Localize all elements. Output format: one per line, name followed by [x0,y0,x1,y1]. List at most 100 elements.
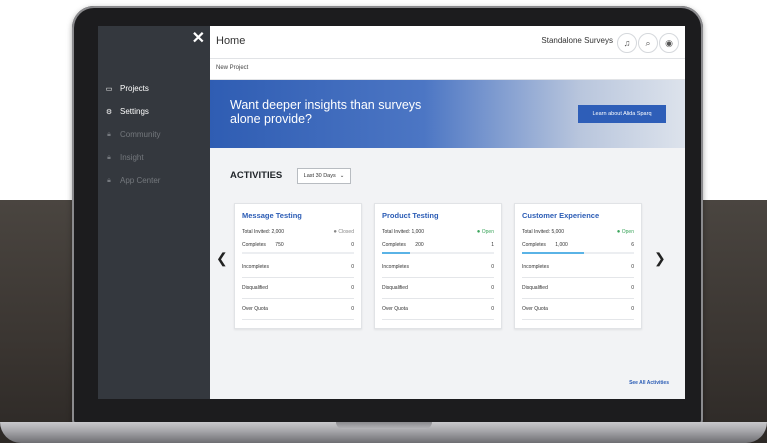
completes-value: 750 [275,242,284,248]
disqualified-row: Disqualified 0 [242,278,354,299]
sidebar-item-label: Projects [120,84,149,93]
top-header: Home Standalone Surveys ♫ ⌕ ◉ [210,26,685,59]
row-value: 0 [631,306,634,312]
row-value: 0 [491,264,494,270]
activity-card-customer-experience[interactable]: Customer Experience Total Invited: 5,000… [514,203,642,329]
completes-row: Completes 1,000 6 [522,242,634,248]
progress-fill [382,252,410,254]
completes-value: 200 [415,242,424,248]
sidebar-item-community: 🔒︎ Community [98,123,210,146]
gear-icon: ⚙ [105,108,113,116]
invited-label: Total Invited: [382,229,411,235]
completes-label: Completes [382,242,406,248]
activities-title: ACTIVITIES [230,170,283,181]
row-label: Over Quota [382,306,408,312]
incompletes-row: Incompletes 0 [522,257,634,278]
invited-value: 1,000 [411,229,424,235]
subheader: New Project [210,59,685,80]
completes-value: 1,000 [555,242,568,248]
laptop-notch [336,422,432,429]
incompletes-row: Incompletes 0 [242,257,354,278]
over-quota-row: Over Quota 0 [522,299,634,320]
status-label: Open [481,229,494,235]
card-title[interactable]: Message Testing [242,211,302,220]
over-quota-row: Over Quota 0 [242,299,354,320]
status-dot-icon: ● [476,229,481,235]
completes-progress [522,252,634,254]
activities-section: ACTIVITIES Last 30 Days ⌄ ❮ ❯ Message Te… [210,148,685,399]
row-label: Incompletes [522,264,549,270]
row-label: Over Quota [522,306,548,312]
chevron-right-icon[interactable]: ❯ [654,250,666,267]
card-title[interactable]: Product Testing [382,211,439,220]
new-project-link[interactable]: New Project [216,65,248,71]
chevron-down-icon: ⌄ [339,173,345,179]
activity-card-product-testing[interactable]: Product Testing Total Invited: 1,000 ● O… [374,203,502,329]
folder-icon: ▭ [105,85,113,93]
chevron-left-icon[interactable]: ❮ [216,250,228,267]
row-label: Over Quota [242,306,268,312]
sidebar-item-label: Settings [120,107,149,116]
sidebar-item-label: Community [120,130,161,139]
row-value: 0 [631,285,634,291]
completes-progress [382,252,494,254]
completes-row: Completes 200 1 [382,242,494,248]
period-select[interactable]: Last 30 Days ⌄ [297,168,351,184]
status-badge: ● Open [617,229,634,235]
completes-label: Completes [522,242,546,248]
row-value: 0 [491,285,494,291]
over-quota-row: Over Quota 0 [382,299,494,320]
invited-row: Total Invited: 2,000 ● Closed [242,229,354,235]
completes-row: Completes 750 0 [242,242,354,248]
period-label: Last 30 Days [303,173,336,179]
user-icon[interactable]: ◉ [659,33,679,53]
org-switcher[interactable]: Standalone Surveys [541,36,613,45]
progress-fill [522,252,584,254]
app-screen: ✕ ▭ Projects ⚙ Settings 🔒︎ Community 🔒︎ … [98,26,685,399]
status-badge: ● Open [477,229,494,235]
row-label: Incompletes [382,264,409,270]
sidebar-item-label: App Center [120,176,161,185]
promo-banner: Want deeper insights than surveys alone … [210,80,685,148]
completes-progress [242,252,354,254]
activity-card-message-testing[interactable]: Message Testing Total Invited: 2,000 ● C… [234,203,362,329]
card-title[interactable]: Customer Experience [522,211,599,220]
completes-count: 1 [491,242,494,248]
row-label: Disqualified [242,285,268,291]
row-label: Disqualified [382,285,408,291]
completes-count: 0 [351,242,354,248]
incompletes-row: Incompletes 0 [382,257,494,278]
sidebar-item-insight: 🔒︎ Insight [98,146,210,169]
row-value: 0 [351,285,354,291]
lock-icon: 🔒︎ [107,130,111,138]
invited-row: Total Invited: 5,000 ● Open [522,229,634,235]
see-all-activities-link[interactable]: See All Activities [629,380,669,386]
row-value: 0 [631,264,634,270]
invited-value: 5,000 [551,229,564,235]
row-value: 0 [351,306,354,312]
screen-bezel [98,399,685,419]
lock-icon: 🔒︎ [107,153,111,161]
page-title: Home [216,35,246,47]
completes-label: Completes [242,242,266,248]
search-icon[interactable]: ⌕ [638,33,658,53]
status-dot-icon: ● [616,229,621,235]
bell-icon[interactable]: ♫ [617,33,637,53]
lock-icon: 🔒︎ [107,176,111,184]
status-label: Closed [338,229,354,235]
row-value: 0 [491,306,494,312]
invited-value: 2,000 [271,229,284,235]
sidebar-item-projects[interactable]: ▭ Projects [98,77,210,100]
sidebar-item-settings[interactable]: ⚙ Settings [98,100,210,123]
status-label: Open [621,229,634,235]
invited-label: Total Invited: [522,229,551,235]
row-label: Incompletes [242,264,269,270]
sidebar-item-label: Insight [120,153,144,162]
completes-count: 6 [631,242,634,248]
disqualified-row: Disqualified 0 [522,278,634,299]
close-icon[interactable]: ✕ [192,28,205,48]
status-badge: ● Closed [333,229,354,235]
learn-more-button[interactable]: Learn about Alida Sparq [578,105,666,123]
sidebar-nav: ▭ Projects ⚙ Settings 🔒︎ Community 🔒︎ In… [98,77,210,192]
invited-label: Total Invited: [242,229,271,235]
